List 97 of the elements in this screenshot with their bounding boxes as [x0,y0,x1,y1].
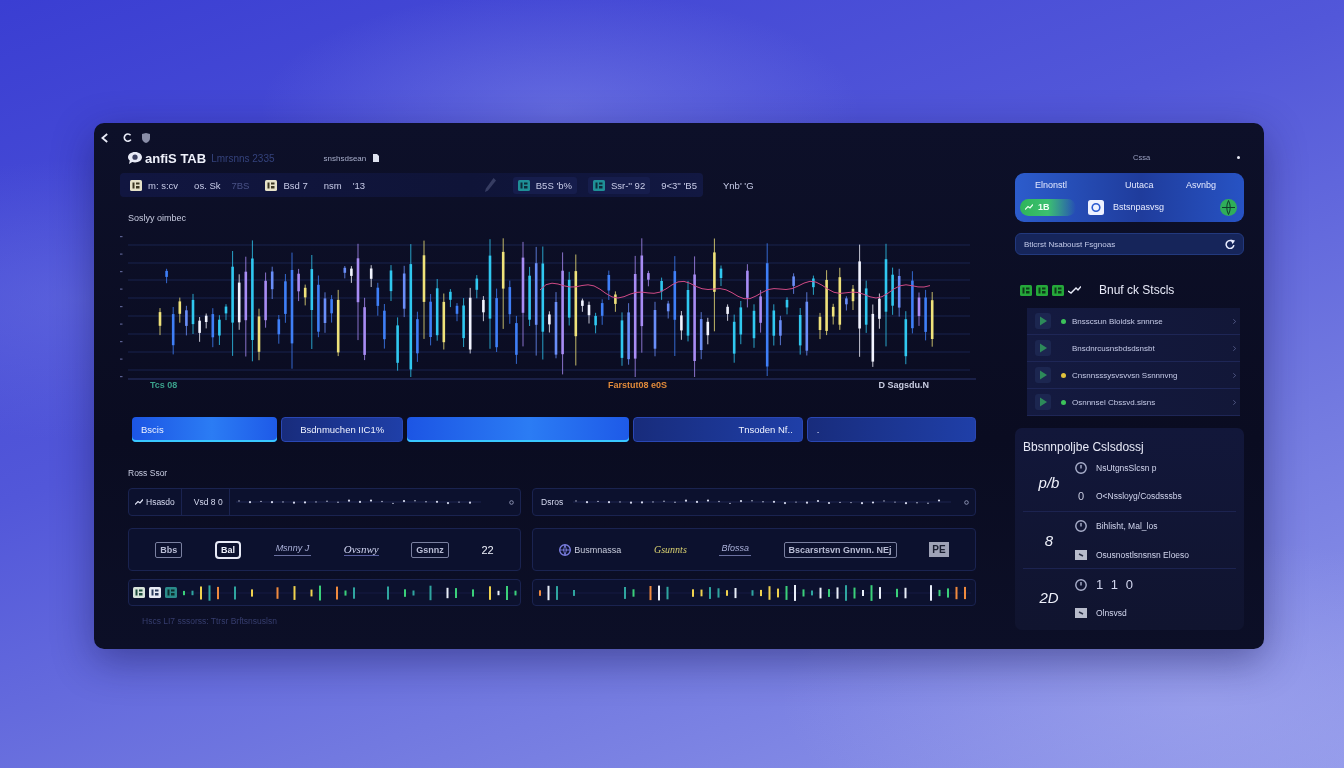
document-icon [373,154,380,162]
metric-value: p/b [1038,473,1060,491]
play-icon [1035,367,1051,383]
app-title: anfiS TAB [145,150,207,166]
stat-label: Hsasdo [146,497,175,507]
tile-icon [1088,199,1104,215]
refresh-icon[interactable] [1225,239,1235,249]
toolbar-button[interactable]: os. Sk [194,179,221,191]
detail-text: Osusnostlsnsnsn Eloeso [1096,549,1190,560]
tile-icon [1020,284,1032,296]
chevron-right-icon [1233,345,1236,351]
toolbar-button[interactable]: m: s:cv [125,176,184,194]
trend-icon [1068,286,1081,294]
square-icon [1075,608,1087,619]
brand-logo: 22 [481,543,494,556]
axis-label: Tcs 08 [150,380,178,391]
reload-icon[interactable] [123,133,132,142]
toolbar-button[interactable]: '13 [352,179,366,191]
globe-icon [1220,198,1237,216]
dot-icon [1237,155,1240,159]
tile-icon [1052,284,1064,296]
axis-label: D Sagsdu.N [878,380,929,391]
metric-value: 8 [1044,531,1054,549]
column-label: Uutaca [1125,179,1154,190]
detail-prefix: 0 [1076,490,1086,503]
section-title: Bnuf ck Stscls [1099,283,1175,297]
search-field[interactable]: Btlcrst Nsaboust Fsgnoas [1015,233,1244,255]
column-label: Asvnbg [1186,179,1217,190]
tile-icon [165,587,177,598]
small-circle-icon [964,499,969,505]
watchlist-item[interactable]: Bnsdnrcusnsbdsdsnsbt [1027,335,1240,362]
back-icon[interactable] [101,132,108,143]
tile-icon [133,587,145,598]
chat-bubble-icon [128,152,142,164]
metric-value: 2D [1039,589,1059,607]
header-note: snshsdsean [323,153,367,163]
app-subtitle: Lmrsnns 2335 [211,152,275,164]
small-circle-icon [509,499,514,505]
stat-label: Dsros [541,497,564,507]
axis-label: Farstut08 e0S [608,380,668,391]
ring-icon [1075,578,1087,591]
chevron-right-icon [1233,399,1236,405]
trend-icon [135,499,143,505]
play-icon [1035,340,1051,356]
detail-text: 1 1 0 [1096,577,1135,593]
toolbar-button[interactable]: 9<3'' 'B5 [661,179,697,191]
tile-icon [517,179,530,191]
stat-label: Vsd 8 0 [193,497,223,507]
globe-icon [559,543,572,556]
brand-logo: Bbs [155,541,183,558]
watchlist-item[interactable]: Bnsscsun Bloidsk snnnse [1027,308,1240,335]
toolbar-button[interactable]: Bsd 7 [260,176,313,194]
brand-logo: PE [929,542,949,557]
footer-note: Hscs LI7 sssorss: Ttrsr Brftsnsuslsn [142,616,277,626]
detail-text: O<Nssloyg/Cosdsssbs [1096,491,1182,502]
brand-logo: Gsunnts [654,544,687,555]
detail-text: Bihlisht, Mal_los [1096,521,1158,532]
segment-tab[interactable]: Bscis [132,417,278,442]
watchlist-item[interactable]: Cnsnnsssysvsvvsn Ssnnnvng [1027,362,1240,389]
tile-icon [592,179,605,191]
brand-logo: Bal [214,540,241,559]
change-value: 1B [1038,202,1050,212]
toolbar-button[interactable]: Ssr-'' 92 [587,176,651,194]
chart-title: Soslyy oimbec [128,212,187,224]
brand-logo: Msnny J [273,543,312,556]
shield-icon[interactable] [142,132,150,143]
detail-text: Olnsvsd [1096,608,1127,619]
chevron-right-icon [1233,372,1236,378]
watchlist-item[interactable]: Osnnnsel Cbssvd.sisns [1027,389,1240,416]
card-title: Bbsnnpoljbe Cslsdossj [1023,440,1144,454]
segment-tab[interactable]: Tnsoden Nf.. [632,417,803,442]
toolbar-status: Ynb' 'G [723,179,754,191]
toolbar-button[interactable]: B5S 'b% [512,176,577,194]
column-label: Elnonstl [1035,179,1068,190]
tile-icon [130,179,142,191]
segment-tab[interactable]: Bsdnmuchen IIC1% [281,417,404,442]
square-icon [1075,549,1087,560]
section-title: Ross Ssor [128,468,168,478]
brand-logo: Bfossa [719,543,751,556]
detail-text: NsUtgnsSlcsn p [1096,463,1157,474]
ring-icon [1075,520,1087,533]
trend-icon [1025,204,1033,210]
segment-tab[interactable]: . [806,417,976,442]
brand-logo: Bscarsrtsvn Gnvnn. NEj [783,541,897,558]
play-icon [1035,394,1051,410]
ring-icon [1075,462,1087,475]
brand-logo: Busmnassa [574,544,622,555]
brand-logo: Ovsnwy [343,543,379,556]
segment-tab[interactable] [407,417,629,442]
play-icon [1035,313,1051,329]
tile-icon [149,587,161,598]
tile-icon [265,179,278,191]
tile-icon [1036,284,1048,296]
chevron-right-icon [1233,318,1236,324]
brand-logo: Gsnnz [411,541,449,558]
asset-name: Bstsnpasvsg [1113,202,1165,212]
toolbar-button[interactable]: nsm [323,179,342,191]
